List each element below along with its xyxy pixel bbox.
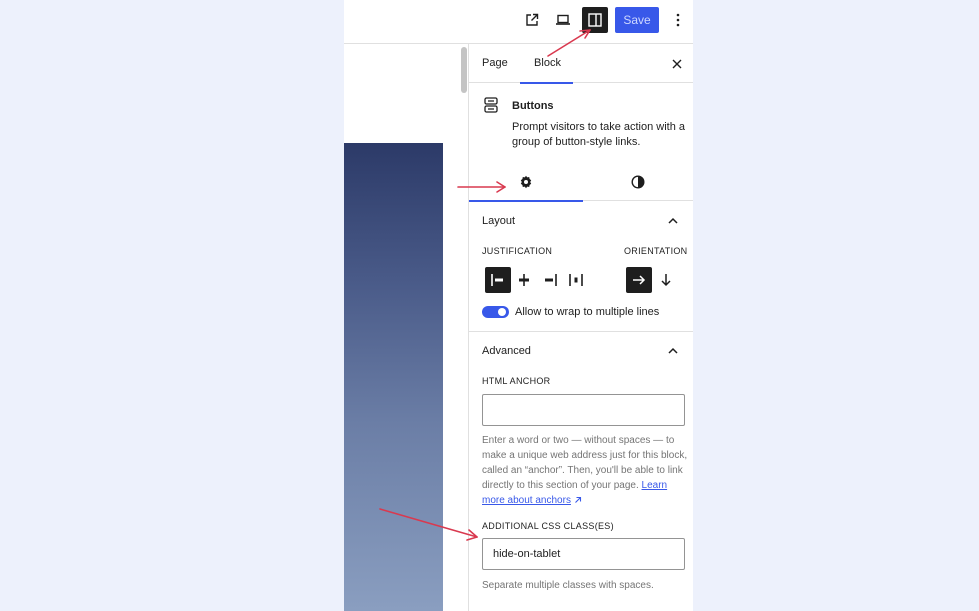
gear-icon [520, 175, 532, 189]
external-link-icon [526, 13, 539, 26]
css-class-help: Separate multiple classes with spaces. [482, 580, 654, 591]
advanced-panel-title: Advanced [482, 345, 531, 357]
view-post-button[interactable] [519, 8, 545, 32]
editor-window: Save Page Block Buttons Prompt visitors … [344, 0, 693, 611]
justify-space-between-icon [569, 274, 583, 286]
sidebar-panel-icon [588, 13, 602, 27]
wrap-lines-toggle[interactable] [482, 306, 509, 318]
justify-left-button[interactable] [485, 267, 511, 293]
chevron-up-icon [668, 217, 678, 224]
laptop-icon [556, 14, 570, 25]
sidebar-tabs: Page Block [469, 44, 693, 84]
justify-right-icon [545, 274, 557, 286]
arrow-down-icon [661, 274, 671, 287]
settings-sidebar: Page Block Buttons Prompt visitors to ta… [469, 44, 693, 611]
advanced-panel-toggle[interactable]: Advanced [469, 332, 693, 370]
justification-label: JUSTIFICATION [482, 246, 553, 256]
block-card: Buttons Prompt visitors to take action w… [469, 83, 693, 163]
justify-left-icon [491, 274, 503, 286]
settings-toggle-button[interactable] [582, 7, 608, 33]
cover-block-image[interactable] [344, 143, 443, 611]
preview-device-button[interactable] [550, 8, 576, 32]
tab-block-settings[interactable] [469, 163, 583, 202]
close-icon [672, 59, 682, 69]
tab-block-styles[interactable] [583, 163, 693, 201]
buttons-block-icon [484, 97, 498, 113]
top-toolbar: Save [344, 0, 693, 44]
arrow-right-icon [633, 275, 646, 285]
tab-block[interactable]: Block [520, 44, 573, 84]
justify-center-icon [519, 274, 529, 286]
layout-panel-toggle[interactable]: Layout [469, 202, 693, 240]
editor-canvas[interactable] [344, 44, 457, 611]
html-anchor-help: Enter a word or two — without spaces — t… [482, 433, 689, 508]
justify-right-button[interactable] [537, 267, 563, 293]
save-button[interactable]: Save [615, 7, 659, 33]
tab-page[interactable]: Page [482, 44, 508, 83]
css-class-input[interactable] [482, 538, 685, 570]
block-title: Buttons [512, 100, 554, 112]
orientation-label: ORIENTATION [624, 246, 688, 256]
close-settings-button[interactable] [669, 56, 685, 72]
css-class-label: ADDITIONAL CSS CLASS(ES) [482, 521, 614, 531]
more-options-button[interactable] [666, 8, 690, 32]
contrast-icon [631, 175, 645, 189]
justify-space-between-button[interactable] [563, 267, 589, 293]
justify-center-button[interactable] [511, 267, 537, 293]
html-anchor-label: HTML ANCHOR [482, 376, 551, 386]
canvas-scrollbar[interactable] [460, 44, 468, 611]
block-description: Prompt visitors to take action with a gr… [512, 121, 686, 148]
orientation-vertical-button[interactable] [653, 267, 679, 293]
layout-panel-title: Layout [482, 215, 516, 227]
chevron-up-icon [668, 347, 678, 354]
block-inspector-tabs [469, 163, 693, 202]
vertical-ellipsis-icon [676, 13, 680, 27]
wrap-lines-label: Allow to wrap to multiple lines [515, 306, 660, 318]
external-arrow-icon [574, 497, 581, 504]
orientation-horizontal-button[interactable] [626, 267, 652, 293]
html-anchor-input[interactable] [482, 394, 685, 426]
scrollbar-thumb[interactable] [461, 47, 467, 93]
